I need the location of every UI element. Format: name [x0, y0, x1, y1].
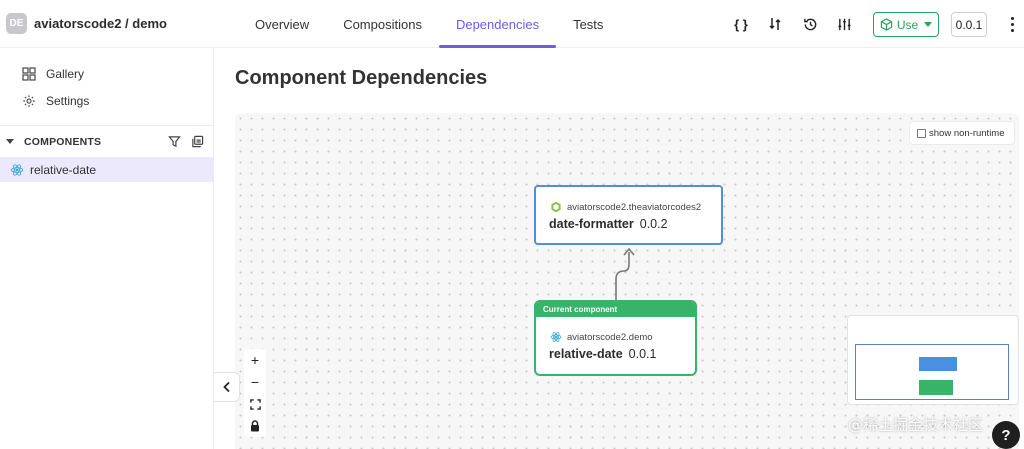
sidebar-item-label: Settings [46, 94, 90, 108]
node-scope: aviatorscode2.theaviatorcodes2 [550, 201, 701, 213]
minimap-current-node [919, 380, 953, 395]
current-node-version: 0.0.1 [628, 347, 657, 361]
chevron-down-icon[interactable] [6, 139, 14, 144]
show-non-runtime-label: show non-runtime [929, 127, 1005, 139]
tab-bar: Overview Compositions Dependencies Tests [238, 0, 620, 48]
current-component-node[interactable]: Current component aviatorscode2.demo rel… [534, 300, 697, 376]
lock-button[interactable] [244, 415, 266, 437]
filter-icon[interactable] [168, 135, 181, 148]
sliders-icon[interactable] [833, 13, 855, 35]
current-node-name: relative-date [549, 347, 623, 361]
page-title: Component Dependencies [235, 67, 488, 89]
dependency-node-name: date-formatter [549, 217, 634, 231]
divider [0, 125, 214, 126]
dependency-edge [615, 247, 635, 300]
dependency-node-scope: aviatorscode2.theaviatorcodes2 [567, 201, 702, 213]
sidebar-item-settings[interactable]: Settings [22, 91, 89, 111]
react-icon [550, 332, 562, 342]
version-selector[interactable]: 0.0.1 [951, 12, 987, 37]
tab-compositions[interactable]: Compositions [326, 0, 439, 48]
zoom-out-button[interactable]: − [244, 371, 266, 393]
tab-overview[interactable]: Overview [238, 0, 326, 48]
current-node-title: relative-date 0.0.1 [549, 347, 656, 361]
copy-tree-icon[interactable] [191, 135, 204, 148]
show-non-runtime-checkbox[interactable] [917, 128, 926, 138]
minimap-viewport[interactable] [855, 344, 1009, 400]
dependency-node-version: 0.0.2 [639, 217, 668, 231]
scope-avatar: DE [6, 13, 27, 34]
components-title: COMPONENTS [24, 136, 102, 148]
current-node-scope: aviatorscode2.demo [567, 331, 653, 343]
more-options-icon[interactable] [1004, 14, 1020, 34]
node-scope: aviatorscode2.demo [550, 331, 653, 343]
scope-name[interactable]: aviatorscode2 / demo [34, 16, 167, 31]
history-icon[interactable] [799, 13, 821, 35]
components-header[interactable]: COMPONENTS [0, 131, 214, 153]
sidebar-item-gallery[interactable]: Gallery [22, 64, 84, 84]
node-env-icon [551, 201, 561, 213]
component-item-label: relative-date [30, 162, 97, 177]
watermark-text: @稀土掘金技术社区 [848, 416, 984, 434]
gear-icon [23, 95, 35, 107]
fit-view-button[interactable] [244, 393, 266, 415]
package-icon [880, 18, 893, 31]
minimap[interactable] [847, 315, 1019, 405]
use-button[interactable]: Use [873, 12, 939, 37]
collapse-sidebar-button[interactable] [214, 372, 240, 402]
zoom-in-button[interactable]: + [244, 349, 266, 371]
chevron-left-icon [222, 381, 230, 393]
dependency-node-title: date-formatter 0.0.2 [549, 217, 668, 231]
code-icon[interactable]: { } [730, 13, 752, 35]
sidebar-item-label: Gallery [46, 67, 85, 81]
minimap-dependency-node [919, 357, 957, 371]
top-bar: DE aviatorscode2 / demo Overview Composi… [0, 0, 1024, 48]
current-component-banner: Current component [536, 302, 695, 317]
dependency-node-date-formatter[interactable]: aviatorscode2.theaviatorcodes2 date-form… [534, 185, 723, 245]
zoom-controls: + − [244, 349, 266, 437]
chevron-down-icon [924, 22, 933, 27]
grid-icon [22, 67, 36, 81]
use-button-label: Use [896, 17, 919, 32]
help-button[interactable]: ? [992, 421, 1020, 449]
component-item-relative-date[interactable]: relative-date [0, 157, 214, 182]
tab-tests[interactable]: Tests [556, 0, 620, 48]
compare-icon[interactable] [764, 13, 786, 35]
tab-dependencies[interactable]: Dependencies [438, 0, 557, 48]
react-icon [10, 163, 24, 176]
sidebar: Gallery Settings COMPONENTS relative-dat… [0, 48, 214, 449]
show-non-runtime-toggle[interactable]: show non-runtime [909, 121, 1015, 145]
fit-view-icon [249, 398, 261, 410]
lock-icon [251, 420, 259, 432]
